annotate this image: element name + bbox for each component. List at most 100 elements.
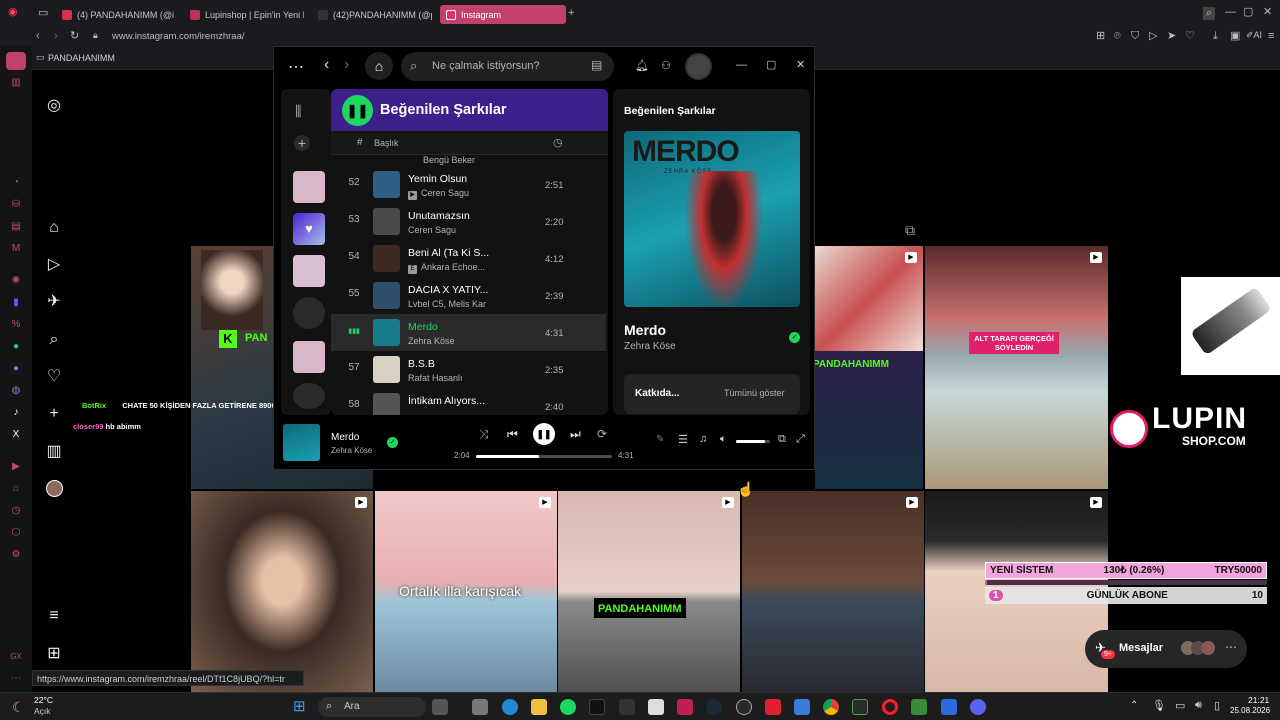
taskbar-tiktok-icon[interactable] [589,699,605,715]
close-icon[interactable]: ✕ [1263,7,1272,18]
tray-network-icon[interactable]: ▭ [1175,699,1185,712]
library-playlist-2[interactable] [293,255,325,287]
taskbar-spotify-icon[interactable] [560,699,576,715]
discord-icon[interactable]: ◍ [9,384,23,398]
instagram-logo-icon[interactable]: ◎ [44,96,64,116]
spotify-browse-icon[interactable]: ▤ [591,58,602,72]
create-icon[interactable]: + [44,404,64,424]
taskbar-discord-icon[interactable] [970,699,986,715]
tray-chevron-icon[interactable]: ⌃ [1130,700,1138,711]
reload-icon[interactable]: ↻ [70,31,79,42]
create-playlist-icon[interactable]: + [294,135,310,151]
track-artist[interactable]: E Ankara Echoe... [408,262,485,274]
track-artist[interactable]: ▶ Ceren Sagu [408,188,469,200]
np-show-all-link[interactable]: Tümünü göster [724,388,785,398]
gx-gear-icon[interactable]: ⚙ [9,548,23,562]
taskbar-time[interactable]: 21:21 [1248,695,1269,705]
extensions-icon[interactable]: ⊞ [1096,31,1105,42]
send-icon[interactable]: ➤ [1167,31,1176,42]
track-artist[interactable]: Rafat Hasanlı [408,373,463,383]
taskbar-app5-icon[interactable] [941,699,957,715]
taskbar-steam-icon[interactable] [706,699,722,715]
taskbar-app3-icon[interactable] [852,699,868,715]
track-title[interactable]: İntikam Alıyors... [408,395,485,407]
reels-icon[interactable]: ▷ [44,255,64,275]
camera-icon[interactable]: ⌾ [1114,31,1121,42]
spotify-home-button[interactable]: ⌂ [365,52,393,80]
taskbar-opera-icon[interactable] [882,699,898,715]
connect-device-icon[interactable]: ♫ [699,433,707,445]
track-row[interactable]: 52 Yemin Olsun ▶ Ceren Sagu 2:51 [331,166,606,203]
library-playlist-3[interactable] [293,297,325,329]
search-icon[interactable]: ⌕ [44,330,64,350]
spotify-user-avatar[interactable] [685,53,712,80]
fullscreen-icon[interactable]: ⤢ [796,433,805,446]
shuffle-icon[interactable]: ⤨ [479,427,489,442]
spotify-close-icon[interactable]: ✕ [796,58,805,71]
post-tile-6[interactable]: ▶ Ortalık illa karışıcak [375,491,557,692]
post-tile-8[interactable]: ▶ [742,491,924,692]
player-liked-icon[interactable]: ✓ [387,437,398,448]
gx-clock-icon[interactable]: ◷ [9,504,23,518]
start-icon[interactable]: ⊞ [293,697,306,715]
gx-settings-icon[interactable]: ✺ [9,274,23,288]
notifications-heart-icon[interactable]: ♡ [44,367,64,387]
messages-icon[interactable]: ✈ [44,292,64,312]
library-playlist-5[interactable] [293,383,325,409]
post-tile-4[interactable]: ▶ ALT TARAFI GERÇEĞİ SÖYLEDİN [925,246,1108,489]
tiktok-icon[interactable]: ♪ [9,406,23,420]
volume-icon[interactable]: 🔈︎ [720,433,727,446]
player-title[interactable]: Merdo [331,432,359,443]
menu-icon[interactable]: ≡ [1268,31,1274,42]
shield-icon[interactable]: ⛉ [1131,31,1139,42]
repeat-icon[interactable]: ⟳ [597,427,607,441]
spotify-friends-icon[interactable]: ⚇ [661,59,671,72]
taskbar-edge-icon[interactable] [502,699,518,715]
track-artist[interactable]: Ceren Sagu [408,225,456,235]
gx-home-button[interactable] [6,52,26,70]
taskbar-copilot-icon[interactable] [432,699,448,715]
track-row[interactable]: 53 Unutamazsın Ceren Sagu 2:20 [331,203,606,240]
progress-track[interactable] [476,455,612,458]
taskbar-obs-icon[interactable] [736,699,752,715]
volume-track[interactable] [736,440,770,443]
messenger-icon[interactable]: ● [9,362,23,376]
minimize-icon[interactable]: — [1225,7,1236,18]
np-song-artist[interactable]: Zehra Köse [624,341,676,352]
gallery-icon[interactable]: ▣ [1230,31,1240,42]
taskbar-date[interactable]: 25.08.2026 [1230,706,1270,715]
previous-icon[interactable]: ⏮ [507,427,518,442]
dashboard-icon[interactable]: ▥ [44,442,64,462]
track-row[interactable]: 54 Beni Al (Ta Ki S... E Ankara Echoe... 4:1… [331,240,606,277]
spotify-maximize-icon[interactable]: ▢ [766,58,776,71]
tab-3[interactable]: (42)PANDAHANIMM (@pa [312,5,432,24]
taskbar-kick-icon[interactable] [677,699,693,715]
gx-box-icon[interactable]: ▤ [9,220,23,234]
spotify-back-icon[interactable]: ‹ [324,56,329,74]
track-row[interactable]: 55 DACIA X YATIY... Lvbel C5, Melis Kar 2:3… [331,277,606,314]
gx-player-icon[interactable]: ▶ [9,460,23,474]
gx-logo-small-icon[interactable]: GX [9,650,23,664]
tray-mic-icon[interactable]: 🎙︎ [1152,699,1166,712]
tagged-icon[interactable]: ⧉ [905,222,915,239]
home-icon[interactable]: ⌂ [44,218,64,238]
lyrics-icon[interactable]: ✎ [656,434,664,445]
queue-icon[interactable]: ☰ [678,433,688,446]
taskbar-taskview-icon[interactable] [472,699,488,715]
heart-icon[interactable]: ♡ [1185,31,1195,42]
next-icon[interactable]: ⏭ [570,427,581,442]
miniplayer-icon[interactable]: ⧉ [778,433,786,446]
track-row[interactable]: 58 İntikam Alıyors... 2:40 [331,388,606,415]
tray-volume-icon[interactable]: 🔊︎ [1195,699,1202,712]
player-cover-art[interactable] [283,424,320,461]
bookmark-pandahanimm[interactable]: PANDAHANIMM [48,53,115,63]
track-row[interactable]: ▮▮▮ Merdo Zehra Köse 4:31 [331,314,606,351]
messages-button[interactable]: ✈ 9+ Mesajlar ⋯ [1085,630,1247,668]
taskbar-chrome-icon[interactable] [823,699,839,715]
track-artist[interactable]: Zehra Köse [408,336,455,346]
track-title[interactable]: Beni Al (Ta Ki S... [408,247,489,259]
np-liked-icon[interactable]: ✓ [789,332,800,343]
gx-m-icon[interactable]: M [9,242,23,256]
gx-more-icon[interactable]: ⋯ [9,672,23,686]
player-artist[interactable]: Zehra Köse [331,446,372,455]
